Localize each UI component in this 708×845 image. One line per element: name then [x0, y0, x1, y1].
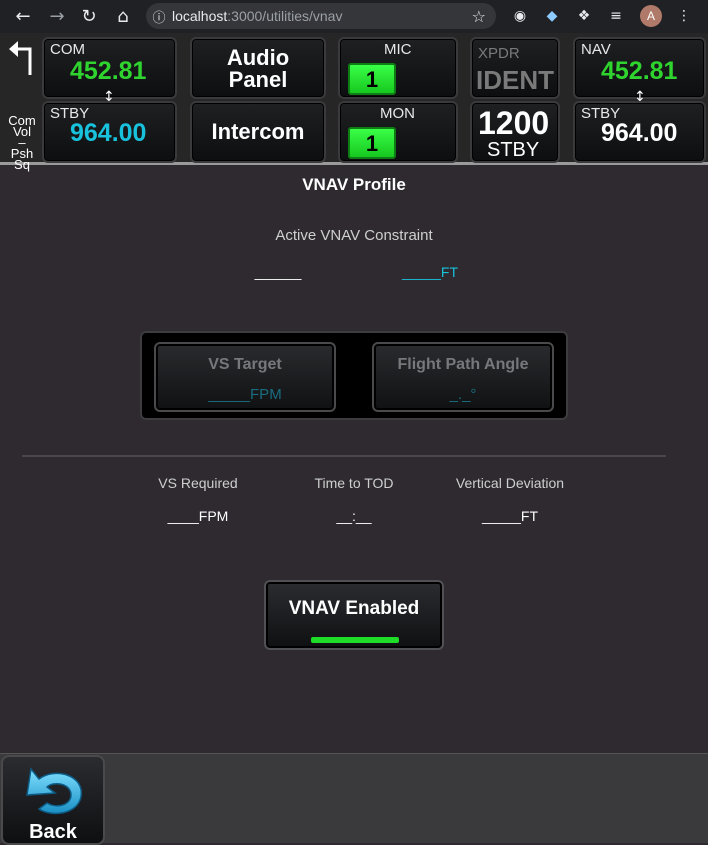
ident-label: IDENT	[476, 65, 554, 95]
vs-required-label: VS Required	[158, 475, 238, 491]
vnav-target-panel: VS Target _____FPM Flight Path Angle _._…	[140, 331, 568, 420]
vnav-enabled-button[interactable]: VNAV Enabled	[264, 580, 444, 650]
back-arrow-icon[interactable]: ←	[8, 1, 38, 31]
vnav-enabled-indicator	[311, 637, 399, 643]
mon-value: 1	[348, 127, 396, 159]
nav-standby-frequency[interactable]: STBY 964.00	[573, 101, 706, 163]
active-constraint-label: Active VNAV Constraint	[275, 227, 433, 244]
home-icon[interactable]: ⌂	[108, 1, 138, 31]
vs-target-button[interactable]: VS Target _____FPM	[154, 342, 336, 412]
audio-panel-line2: Panel	[228, 67, 288, 92]
mic-label: MIC	[384, 41, 412, 58]
section-divider	[22, 455, 666, 457]
vertical-deviation-value: _____FT	[481, 508, 539, 524]
profile-avatar[interactable]: A	[640, 5, 662, 27]
audio-panel-line1: Audio	[226, 45, 290, 70]
com-label: COM	[50, 41, 85, 58]
nav-active-value: 452.81	[601, 57, 678, 85]
constraint-waypoint: ______	[254, 264, 302, 280]
address-bar[interactable]: ⓘ localhost:3000/utilities/vnav ☆	[146, 3, 496, 29]
intercom-button[interactable]: Intercom	[190, 101, 326, 163]
constraint-altitude: _____FT	[401, 264, 459, 280]
back-arrow-icon	[26, 767, 82, 815]
xpdr-code: 1200	[478, 105, 550, 141]
media-control-icon[interactable]: ≡	[604, 4, 628, 28]
gem-extension-icon[interactable]: ◆	[540, 4, 564, 28]
url-host: localhost	[172, 8, 228, 24]
xpdr-ident-button[interactable]: XPDR IDENT	[470, 37, 560, 99]
bookmark-star-icon[interactable]: ☆	[472, 7, 486, 26]
time-to-tod-value: __:__	[336, 508, 372, 524]
com-standby-value: 964.00	[70, 119, 147, 147]
vs-target-value: _____FPM	[208, 386, 282, 403]
vnav-enabled-label: VNAV Enabled	[288, 598, 420, 619]
bottom-bar	[0, 753, 708, 843]
fpa-title: Flight Path Angle	[397, 356, 529, 373]
xpdr-code-button[interactable]: 1200 STBY	[470, 101, 560, 163]
back-label: Back	[29, 821, 77, 843]
nav-label: NAV	[581, 41, 611, 58]
radio-bar: Com Vol – Psh Sq COM 452.81 STBY 964.00 …	[0, 33, 708, 171]
com-active-value: 452.81	[70, 57, 147, 85]
mic-selector[interactable]: MIC 1	[338, 37, 458, 99]
com-swap-icon[interactable]: ↕	[103, 89, 115, 105]
nav-standby-value: 964.00	[601, 119, 678, 147]
vs-required-value: ____FPM	[167, 508, 229, 524]
reload-icon[interactable]: ↻	[74, 1, 104, 31]
com-vol-arrow-icon[interactable]	[6, 37, 36, 77]
mic-value: 1	[348, 63, 396, 95]
puzzle-extensions-icon[interactable]: ❖	[572, 4, 596, 28]
browser-toolbar: ← → ↻ ⌂ ⓘ localhost:3000/utilities/vnav …	[0, 0, 708, 33]
page-title: VNAV Profile	[302, 175, 406, 194]
forward-arrow-icon[interactable]: →	[42, 1, 72, 31]
fpa-button[interactable]: Flight Path Angle _._°	[372, 342, 554, 412]
vs-target-title: VS Target	[208, 356, 282, 373]
vertical-deviation-label: Vertical Deviation	[455, 475, 565, 491]
nav-swap-icon[interactable]: ↕	[634, 89, 646, 105]
sq-text: Sq	[14, 157, 30, 172]
audio-panel-button[interactable]: Audio Panel	[190, 37, 326, 99]
time-to-tod-label: Time to TOD	[314, 475, 394, 491]
xpdr-label: XPDR	[478, 45, 520, 62]
com-vol-knob-label[interactable]: Com Vol – Psh Sq	[2, 114, 42, 172]
url-path: :3000/utilities/vnav	[227, 8, 343, 24]
more-menu-icon[interactable]: ⋮	[672, 4, 696, 28]
xpdr-mode: STBY	[487, 139, 540, 161]
site-info-icon[interactable]: ⓘ	[146, 7, 172, 26]
fpa-value: _._°	[449, 386, 477, 403]
extension-icon[interactable]: ◉	[508, 4, 532, 28]
com-standby-frequency[interactable]: STBY 964.00	[42, 101, 177, 163]
mon-label: MON	[380, 105, 415, 122]
back-button[interactable]: Back	[1, 755, 105, 845]
intercom-label: Intercom	[211, 119, 305, 144]
mon-selector[interactable]: MON 1	[338, 101, 458, 163]
